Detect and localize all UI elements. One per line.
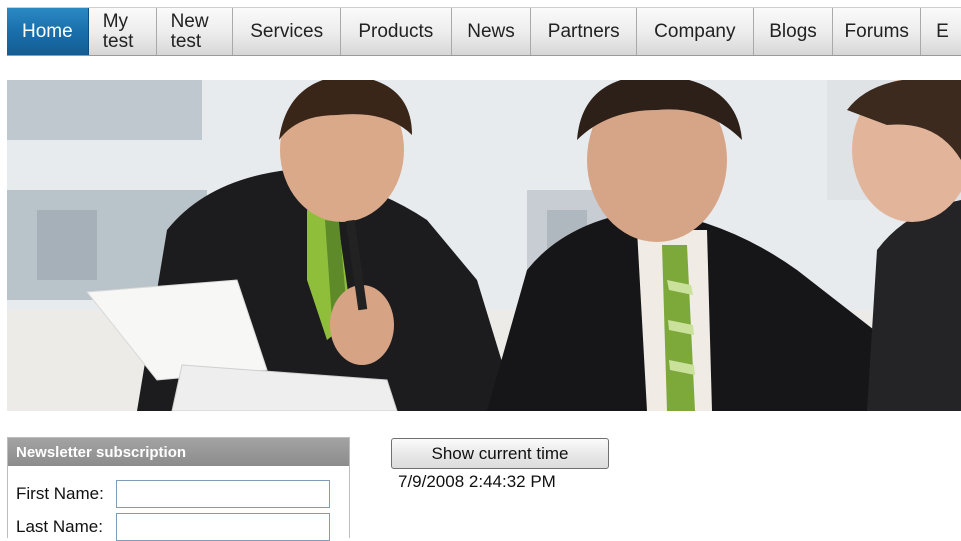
nav-item-blogs[interactable]: Blogs bbox=[754, 8, 834, 55]
nav-item-label: E bbox=[936, 20, 949, 42]
nav-item-new-test[interactable]: New test bbox=[157, 8, 234, 55]
banner-image bbox=[7, 80, 961, 411]
newsletter-title: Newsletter subscription bbox=[8, 438, 349, 466]
first-name-input[interactable] bbox=[116, 480, 330, 508]
last-name-label: Last Name: bbox=[16, 517, 103, 536]
nav-item-label: My test bbox=[102, 10, 134, 52]
first-name-label: First Name: bbox=[16, 484, 104, 503]
nav-item-overflow[interactable]: E bbox=[921, 8, 961, 55]
first-name-row: First Name: bbox=[16, 480, 330, 508]
nav-item-label: Services bbox=[250, 20, 324, 42]
nav-item-label: Blogs bbox=[769, 20, 817, 42]
show-current-time-button[interactable]: Show current time bbox=[391, 438, 609, 469]
nav-item-services[interactable]: Services bbox=[233, 8, 341, 55]
nav-item-partners[interactable]: Partners bbox=[531, 8, 638, 55]
nav-item-forums[interactable]: Forums bbox=[833, 8, 922, 55]
nav-item-label: Home bbox=[22, 20, 73, 42]
last-name-input[interactable] bbox=[116, 513, 330, 541]
nav-item-label: Company bbox=[654, 20, 736, 42]
nav-item-company[interactable]: Company bbox=[637, 8, 754, 55]
nav-item-label: Products bbox=[358, 20, 434, 42]
nav-item-my-test[interactable]: My test bbox=[89, 8, 157, 55]
nav-item-label: Partners bbox=[547, 20, 620, 42]
nav-item-label: Forums bbox=[844, 20, 909, 42]
newsletter-panel: Newsletter subscription First Name: Last… bbox=[7, 437, 350, 541]
last-name-row: Last Name: bbox=[16, 513, 330, 541]
nav-item-products[interactable]: Products bbox=[341, 8, 452, 55]
nav-item-home[interactable]: Home bbox=[7, 8, 89, 55]
current-time-value: 7/9/2008 2:44:32 PM bbox=[398, 472, 556, 491]
banner-illustration bbox=[7, 80, 961, 411]
nav-item-label: News bbox=[467, 20, 515, 42]
nav-item-news[interactable]: News bbox=[452, 8, 532, 55]
main-nav: Home My test New test Services Products Ne… bbox=[7, 7, 961, 56]
nav-item-label: New test bbox=[170, 10, 209, 52]
